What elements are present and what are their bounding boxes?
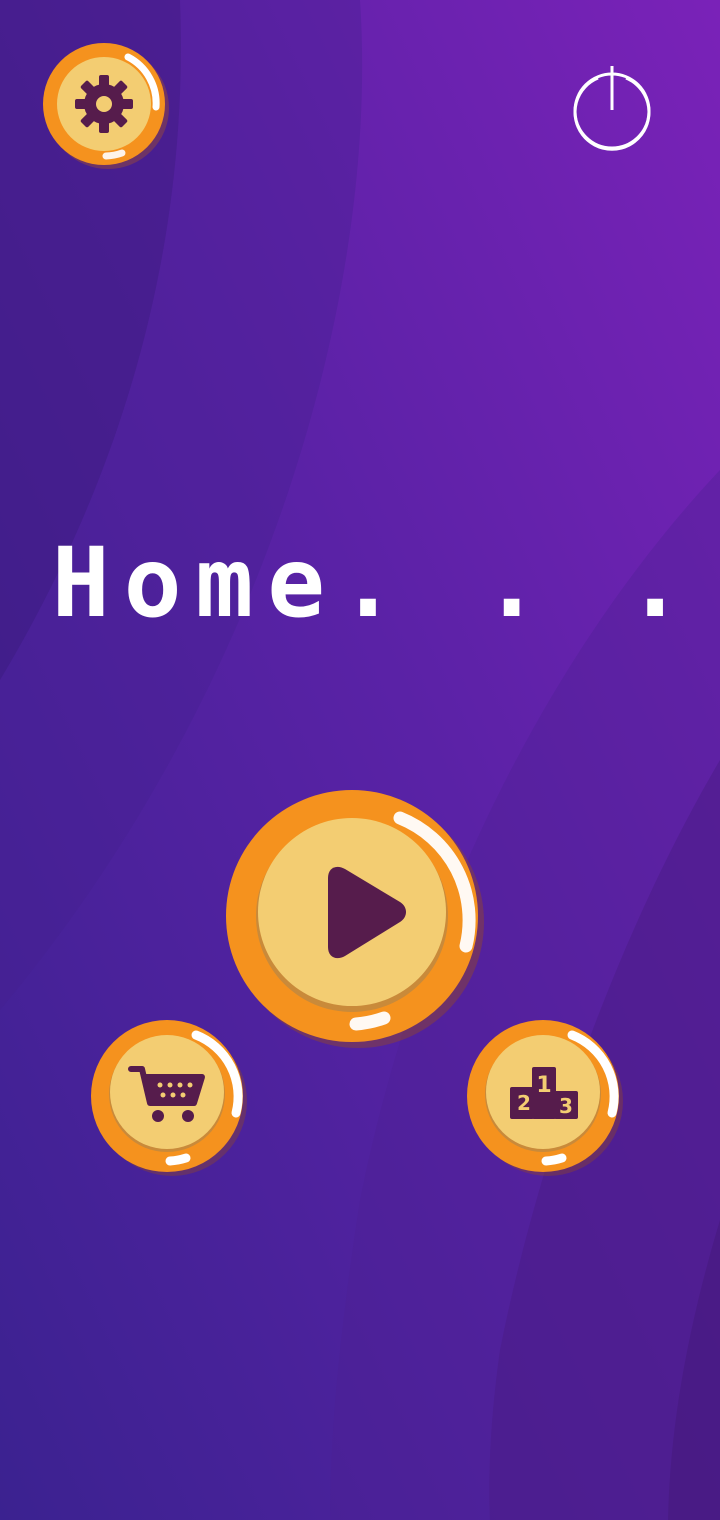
play-button[interactable] — [224, 788, 488, 1052]
leaderboard-button[interactable]: 2 1 3 — [466, 1019, 624, 1177]
page-title: Home. . . — [51, 527, 699, 639]
gear-icon — [75, 75, 133, 133]
shop-button[interactable] — [90, 1019, 248, 1177]
podium-rank-2: 2 — [517, 1091, 531, 1115]
settings-button[interactable] — [42, 43, 170, 171]
podium-rank-3: 3 — [559, 1094, 573, 1118]
background — [0, 0, 720, 1520]
power-button[interactable] — [570, 64, 654, 152]
power-icon — [573, 66, 651, 151]
podium-rank-1: 1 — [536, 1073, 552, 1098]
